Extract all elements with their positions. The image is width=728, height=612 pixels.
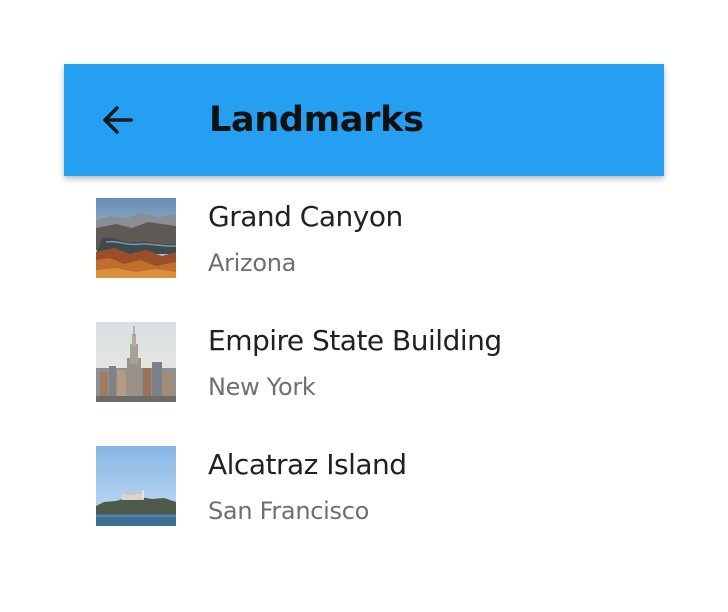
alcatraz-island-photo [96,446,176,526]
list-item-empire-state-building[interactable]: Empire State Building New York [64,300,664,424]
landmarks-app: Landmarks Grand Canyon Arizona Empire St… [64,64,664,548]
list-item-grand-canyon[interactable]: Grand Canyon Arizona [64,176,664,300]
grand-canyon-photo [96,198,176,278]
landmark-location: New York [208,373,316,401]
landmark-location: San Francisco [208,497,369,525]
back-button[interactable] [100,102,136,138]
arrow-back-icon [103,106,133,134]
landmark-location: Arizona [208,249,297,277]
landmark-list: Grand Canyon Arizona Empire State Buildi… [64,176,664,548]
list-item-alcatraz-island[interactable]: Alcatraz Island San Francisco [64,424,664,548]
toolbar: Landmarks [64,64,664,176]
landmark-name: Grand Canyon [208,200,403,233]
empire-state-building-photo [96,322,176,402]
page-title: Landmarks [209,100,424,140]
landmark-name: Empire State Building [208,324,502,357]
landmark-name: Alcatraz Island [208,448,407,481]
